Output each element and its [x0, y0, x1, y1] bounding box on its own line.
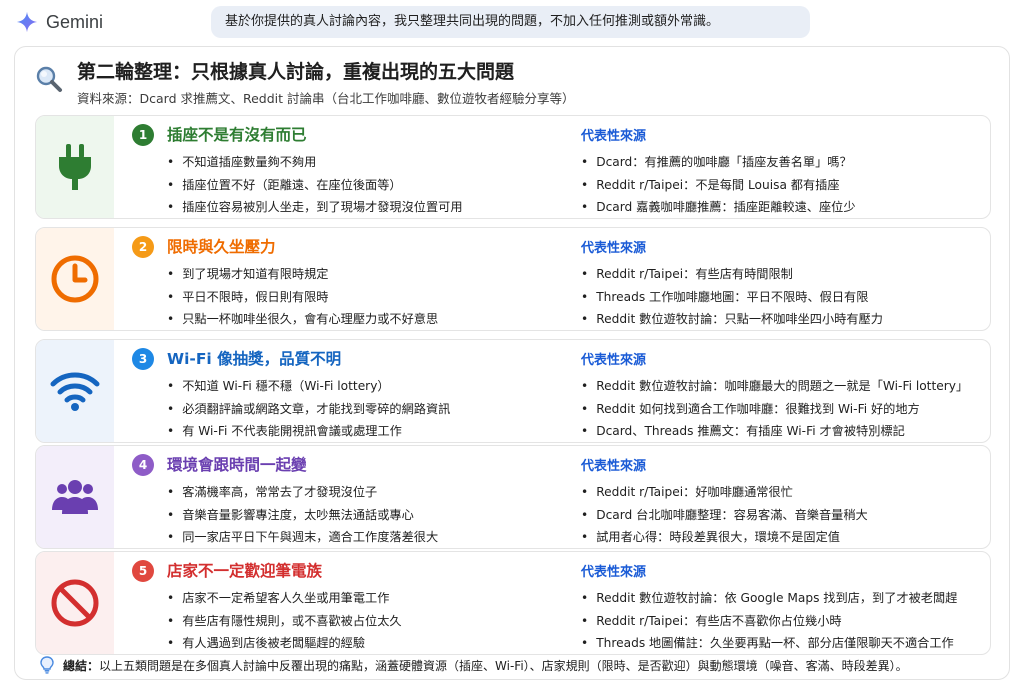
bullet-item: 有些店有隱性規則，或不喜歡被占位太久 — [167, 610, 401, 633]
issue-bullets: 不知道插座數量夠不夠用 插座位置不好（距離遠、在座位後面等） 插座位容易被別人坐… — [167, 151, 463, 218]
summary-footer: 總結：以上五類問題是在多個真人討論中反覆出現的痛點，涵蓋硬體資源（插座、Wi-F… — [39, 654, 999, 676]
source-item: Reddit r/Taipei：有些店不喜歡你占位幾小時 — [581, 610, 957, 633]
source-heading: 代表性來源 — [581, 353, 647, 368]
issue-icon-area — [36, 340, 114, 442]
source-item: Reddit r/Taipei：好咖啡廳通常很忙 — [581, 481, 868, 504]
lightbulb-icon — [40, 656, 54, 674]
bullet-item: 不知道插座數量夠不夠用 — [167, 151, 463, 174]
top-bar: Gemini 基於你提供的真人討論內容，我只整理共同出現的問題，不加入任何推測或… — [0, 0, 1024, 44]
issue-row-2: 2 限時與久坐壓力 到了現場才知道有限時規定 平日不限時，假日則有限時 只點一杯… — [35, 227, 991, 331]
issue-number: 4 — [132, 454, 154, 476]
issue-title: 插座不是有沒有而已 — [167, 126, 307, 144]
bullet-item: 平日不限時，假日則有限時 — [167, 286, 438, 309]
issue-number: 3 — [132, 348, 154, 370]
issue-row-4: 4 環境會跟時間一起變 客滿機率高，常常去了才發現沒位子 音樂音量影響專注度，太… — [35, 445, 991, 549]
source-item: Reddit r/Taipei：不是每間 Louisa 都有插座 — [581, 174, 856, 197]
source-item: Dcard 台北咖啡廳整理：容易客滿、音樂音量稍大 — [581, 504, 868, 527]
source-item: Reddit 數位遊牧討論：咖啡廳最大的問題之一就是「Wi-Fi lottery… — [581, 375, 968, 398]
bullet-item: 插座位置不好（距離遠、在座位後面等） — [167, 174, 463, 197]
issue-icon-area — [36, 116, 114, 218]
magnifier-icon — [36, 66, 62, 92]
clock-icon — [51, 255, 99, 303]
source-item: Dcard：有推薦的咖啡廳「插座友善名單」嗎？ — [581, 151, 856, 174]
issue-title: 店家不一定歡迎筆電族 — [167, 562, 323, 580]
brand[interactable]: Gemini — [16, 9, 103, 35]
bullet-item: 音樂音量影響專注度，太吵無法通話或專心 — [167, 504, 438, 527]
issue-sources: Reddit 數位遊牧討論：咖啡廳最大的問題之一就是「Wi-Fi lottery… — [581, 375, 968, 442]
bullet-item: 有人遇過到店後被老闆驅趕的經驗 — [167, 632, 402, 654]
issue-icon-area — [36, 228, 114, 330]
source-item: Dcard 嘉義咖啡廳推薦：插座距離較遠、座位少 — [581, 196, 855, 218]
app-name: Gemini — [46, 11, 104, 32]
bullet-item: 同一家店平日下午與週末，適合工作度落差很大 — [167, 526, 438, 548]
issue-bullets: 不知道 Wi-Fi 穩不穩（Wi-Fi lottery） 必須翻評論或網路文章，… — [167, 375, 450, 442]
source-heading: 代表性來源 — [581, 565, 647, 580]
source-item: Reddit 如何找到適合工作咖啡廳：很難找到 Wi-Fi 好的地方 — [581, 398, 968, 421]
no-entry-icon — [51, 579, 99, 627]
issue-title: 環境會跟時間一起變 — [167, 456, 307, 474]
source-item: Reddit r/Taipei：有些店有時間限制 — [581, 263, 883, 286]
issue-icon-area — [36, 552, 114, 654]
issue-row-3: 3 Wi-Fi 像抽獎，品質不明 不知道 Wi-Fi 穩不穩（Wi-Fi lot… — [35, 339, 991, 443]
issue-title: Wi-Fi 像抽獎，品質不明 — [167, 350, 342, 368]
bullet-item: 客滿機率高，常常去了才發現沒位子 — [167, 481, 438, 504]
issue-bullets: 客滿機率高，常常去了才發現沒位子 音樂音量影響專注度，太吵無法通話或專心 同一家… — [167, 481, 438, 548]
bullet-item: 必須翻評論或網路文章，才能找到零碎的網路資訊 — [167, 398, 450, 421]
issue-row-5: 5 店家不一定歡迎筆電族 店家不一定希望客人久坐或用筆電工作 有些店有隱性規則，… — [35, 551, 991, 655]
source-heading: 代表性來源 — [581, 241, 647, 256]
issue-number: 5 — [132, 560, 154, 582]
plug-icon — [59, 144, 91, 190]
issue-number: 2 — [132, 236, 154, 258]
bullet-item: 只點一杯咖啡坐很久，會有心理壓力或不好意思 — [167, 308, 438, 330]
issue-row-1: 1 插座不是有沒有而已 不知道插座數量夠不夠用 插座位置不好（距離遠、在座位後面… — [35, 115, 991, 219]
source-heading: 代表性來源 — [581, 459, 647, 474]
issue-number: 1 — [132, 124, 154, 146]
issue-title: 限時與久坐壓力 — [167, 238, 276, 256]
source-item: Reddit 數位遊牧討論：只點一杯咖啡坐四小時有壓力 — [581, 308, 883, 330]
response-card: 第二輪整理：只根據真人討論，重複出現的五大問題 資料來源：Dcard 求推薦文、… — [14, 46, 1010, 680]
source-item: Threads 地圖備註：久坐要再點一杯、部分店僅限聊天不適合工作 — [581, 632, 957, 654]
people-icon — [52, 480, 98, 514]
bullet-item: 到了現場才知道有限時規定 — [167, 263, 438, 286]
user-prompt-bubble: 基於你提供的真人討論內容，我只整理共同出現的問題，不加入任何推測或額外常識。 — [211, 6, 810, 38]
source-item: Threads 工作咖啡廳地圖：平日不限時、假日有限 — [581, 286, 883, 309]
issue-bullets: 店家不一定希望客人久坐或用筆電工作 有些店有隱性規則，或不喜歡被占位太久 有人遇… — [167, 587, 402, 654]
gemini-sparkle-icon — [16, 11, 38, 33]
summary-label: 總結： — [63, 658, 100, 673]
page-subtitle: 資料來源：Dcard 求推薦文、Reddit 討論串（台北工作咖啡廳、數位遊牧者… — [77, 91, 575, 106]
summary-text: 總結：以上五類問題是在多個真人討論中反覆出現的痛點，涵蓋硬體資源（插座、Wi-F… — [63, 657, 908, 674]
issue-sources: Reddit r/Taipei：好咖啡廳通常很忙 Dcard 台北咖啡廳整理：容… — [581, 481, 868, 548]
source-item: Reddit 數位遊牧討論：依 Google Maps 找到店，到了才被老闆趕 — [581, 587, 957, 610]
bullet-item: 插座位容易被別人坐走，到了現場才發現沒位置可用 — [167, 196, 462, 218]
source-item: Dcard、Threads 推薦文：有插座 Wi-Fi 才會被特別標記 — [581, 420, 968, 442]
source-item: 試用者心得：時段差異很大，環境不是固定值 — [581, 526, 868, 548]
issue-sources: Reddit r/Taipei：有些店有時間限制 Threads 工作咖啡廳地圖… — [581, 263, 883, 330]
source-heading: 代表性來源 — [581, 129, 647, 144]
summary-body: 以上五類問題是在多個真人討論中反覆出現的痛點，涵蓋硬體資源（插座、Wi-Fi）、… — [99, 658, 908, 673]
issue-bullets: 到了現場才知道有限時規定 平日不限時，假日則有限時 只點一杯咖啡坐很久，會有心理… — [167, 263, 438, 330]
wifi-icon — [50, 372, 100, 411]
bullet-item: 不知道 Wi-Fi 穩不穩（Wi-Fi lottery） — [167, 375, 450, 398]
bullet-item: 有 Wi-Fi 不代表能開視訊會議或處理工作 — [167, 420, 450, 442]
bullet-item: 店家不一定希望客人久坐或用筆電工作 — [167, 587, 402, 610]
issue-sources: Reddit 數位遊牧討論：依 Google Maps 找到店，到了才被老闆趕 … — [581, 587, 957, 654]
issue-icon-area — [36, 446, 114, 548]
issue-sources: Dcard：有推薦的咖啡廳「插座友善名單」嗎？ Reddit r/Taipei：… — [581, 151, 856, 218]
page-title: 第二輪整理：只根據真人討論，重複出現的五大問題 — [77, 61, 515, 83]
